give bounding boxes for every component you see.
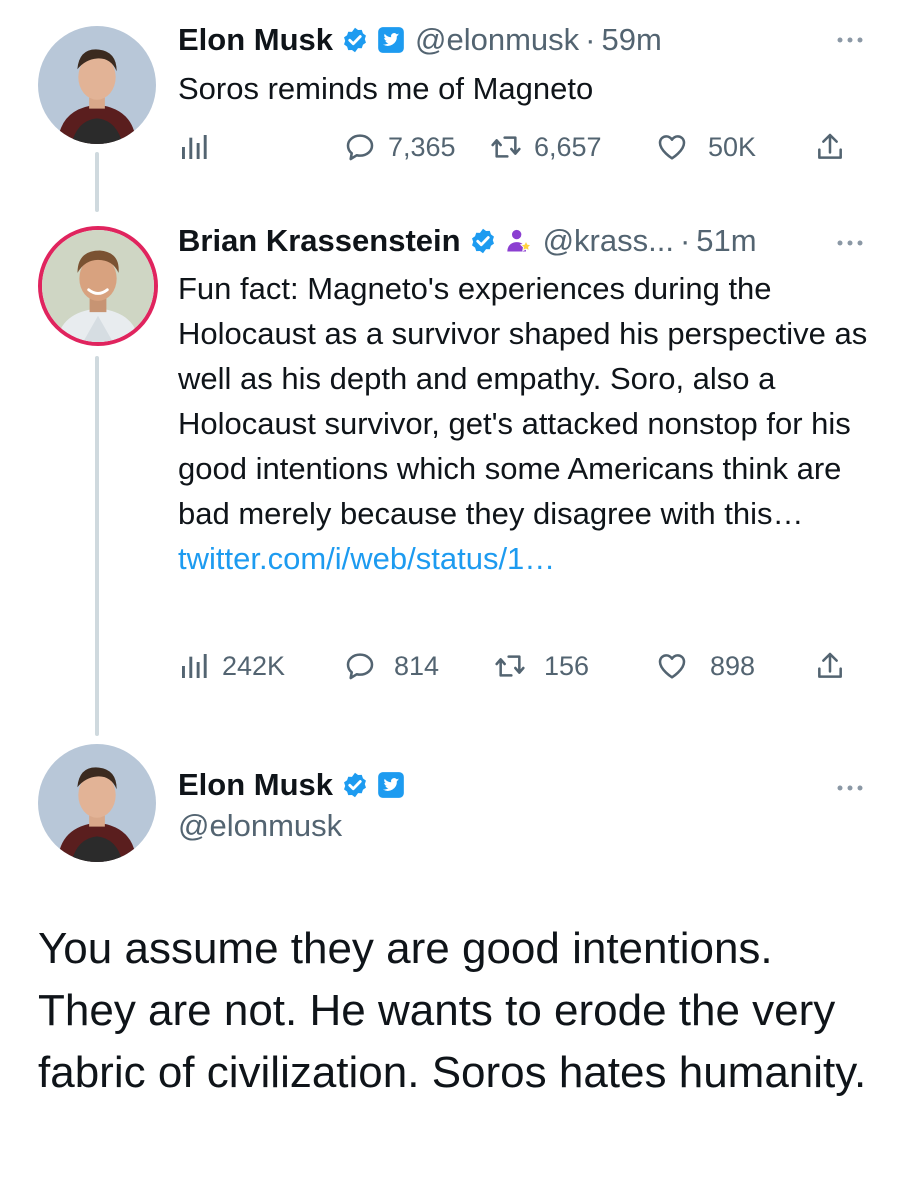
view-count: 242K bbox=[222, 650, 286, 681]
avatar[interactable] bbox=[38, 226, 158, 346]
twitter-affiliate-icon bbox=[377, 26, 405, 54]
reply-button[interactable]: 814 bbox=[344, 646, 439, 686]
tweet-header: Brian Krassenstein @krass... · 51m bbox=[178, 222, 757, 260]
separator: · bbox=[679, 223, 691, 258]
display-name[interactable]: Brian Krassenstein bbox=[178, 222, 461, 260]
like-button[interactable]: 898 bbox=[656, 646, 755, 686]
reply-count: 814 bbox=[394, 650, 440, 681]
like-button[interactable]: 50K bbox=[656, 127, 756, 167]
tweet-text-body: Fun fact: Magneto's experiences during t… bbox=[178, 271, 868, 531]
tweet-header: Elon Musk @elonmusk · 59m bbox=[178, 21, 662, 59]
more-options-icon[interactable] bbox=[835, 35, 865, 45]
share-icon bbox=[814, 650, 846, 682]
analytics-button[interactable]: 242K bbox=[178, 646, 285, 686]
tweet-header: Elon Musk bbox=[178, 766, 405, 804]
tweet-text: Fun fact: Magneto's experiences during t… bbox=[178, 266, 878, 581]
user-handle[interactable]: @elonmusk bbox=[415, 21, 579, 59]
analytics-icon bbox=[178, 131, 210, 163]
display-name[interactable]: Elon Musk bbox=[178, 766, 333, 804]
retweet-count: 6,657 bbox=[534, 131, 602, 162]
avatar[interactable] bbox=[38, 744, 156, 862]
share-button[interactable] bbox=[814, 646, 858, 686]
verified-badge-icon bbox=[341, 771, 369, 799]
tweet-actions: 7,365 6,657 50K bbox=[178, 127, 848, 167]
like-icon bbox=[656, 131, 688, 163]
tweet-text: You assume they are good intentions. The… bbox=[38, 924, 867, 1097]
timestamp[interactable]: 59m bbox=[602, 21, 662, 59]
separator: · bbox=[585, 22, 596, 57]
analytics-button[interactable] bbox=[178, 127, 222, 167]
status-link[interactable]: twitter.com/i/web/status/1… bbox=[178, 541, 555, 576]
retweet-icon bbox=[490, 131, 522, 163]
reply-button[interactable]: 7,365 bbox=[344, 127, 456, 167]
retweet-icon bbox=[494, 650, 526, 682]
share-button[interactable] bbox=[814, 127, 858, 167]
user-handle[interactable]: @krass... bbox=[543, 222, 674, 260]
user-handle[interactable]: @elonmusk bbox=[178, 808, 342, 844]
thread-connector bbox=[95, 152, 99, 212]
display-name[interactable]: Elon Musk bbox=[178, 21, 333, 59]
retweet-count: 156 bbox=[544, 650, 590, 681]
like-count: 50K bbox=[708, 131, 757, 162]
thread-connector bbox=[95, 356, 99, 736]
reply-icon bbox=[344, 131, 376, 163]
tweet-actions: 242K 814 156 898 bbox=[178, 646, 848, 686]
verified-badge-icon bbox=[469, 227, 497, 255]
more-options-icon[interactable] bbox=[835, 783, 865, 793]
verified-badge-icon bbox=[341, 26, 369, 54]
twitter-affiliate-icon bbox=[377, 771, 405, 799]
government-affiliate-icon bbox=[505, 227, 533, 255]
reply-icon bbox=[344, 650, 376, 682]
tweet-text: Soros reminds me of Magneto bbox=[178, 71, 594, 106]
reply-count: 7,365 bbox=[388, 131, 456, 162]
timestamp[interactable]: 51m bbox=[696, 222, 756, 260]
analytics-icon bbox=[178, 650, 210, 682]
avatar[interactable] bbox=[38, 26, 156, 144]
like-icon bbox=[656, 650, 688, 682]
like-count: 898 bbox=[710, 650, 756, 681]
share-icon bbox=[814, 131, 846, 163]
retweet-button[interactable]: 156 bbox=[494, 646, 589, 686]
more-options-icon[interactable] bbox=[835, 238, 865, 248]
retweet-button[interactable]: 6,657 bbox=[490, 127, 602, 167]
